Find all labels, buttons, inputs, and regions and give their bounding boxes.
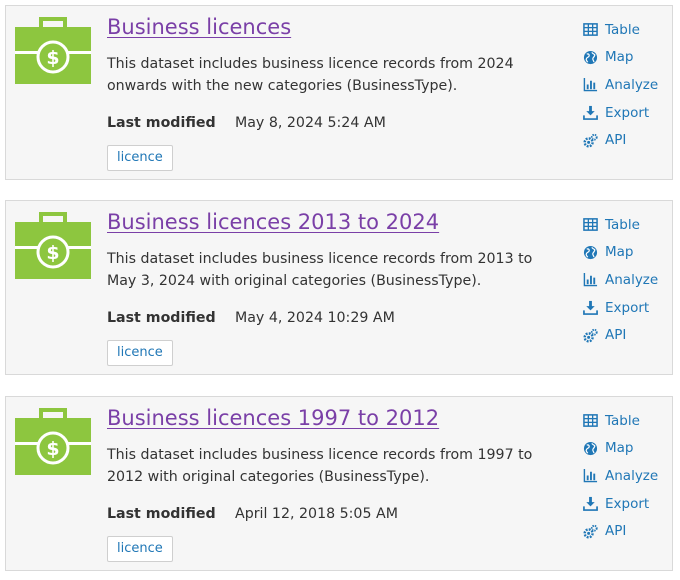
action-api-label: API — [605, 132, 627, 149]
action-table-label: Table — [605, 412, 640, 429]
tag-licence[interactable]: licence — [107, 536, 173, 562]
svg-text:$: $ — [46, 438, 59, 460]
action-map-label: Map — [605, 244, 634, 261]
action-analyze-label: Analyze — [605, 76, 659, 93]
dataset-description: This dataset includes business licence r… — [107, 251, 533, 289]
last-modified-label: Last modified — [107, 115, 216, 131]
dataset-description: This dataset includes business licence r… — [107, 447, 533, 485]
last-modified-value: May 8, 2024 5:24 AM — [235, 115, 386, 131]
dataset-description: This dataset includes business licence r… — [107, 56, 514, 94]
bar-chart-icon — [583, 469, 598, 483]
action-api-label: API — [605, 327, 627, 344]
gears-icon — [583, 524, 598, 539]
dataset-actions: Table Map Analyze Export API — [583, 211, 658, 349]
action-map-label: Map — [605, 49, 634, 66]
gears-icon — [583, 328, 598, 343]
download-icon — [583, 106, 598, 120]
action-export[interactable]: Export — [583, 99, 658, 127]
briefcase-dollar-icon: $ — [15, 408, 91, 475]
last-modified-row: Last modified April 12, 2018 5:05 AM — [107, 506, 398, 522]
svg-text:$: $ — [46, 47, 59, 69]
action-table[interactable]: Table — [583, 211, 658, 239]
table-icon — [583, 414, 598, 428]
briefcase-dollar-icon: $ — [15, 17, 91, 84]
last-modified-row: Last modified May 4, 2024 10:29 AM — [107, 310, 395, 326]
action-analyze[interactable]: Analyze — [583, 266, 658, 294]
action-table[interactable]: Table — [583, 407, 658, 435]
briefcase-dollar-icon: $ — [15, 212, 91, 279]
dataset-card: $ Business licences 2013 to 2024 This da… — [5, 200, 673, 375]
last-modified-label: Last modified — [107, 506, 216, 522]
dataset-actions: Table Map Analyze Export API — [583, 16, 658, 154]
action-map-label: Map — [605, 440, 634, 457]
dataset-actions: Table Map Analyze Export API — [583, 407, 658, 545]
download-icon — [583, 497, 598, 511]
dataset-card: $ Business licences This dataset include… — [5, 5, 673, 180]
action-export-label: Export — [605, 299, 650, 316]
table-icon — [583, 218, 598, 232]
action-export[interactable]: Export — [583, 294, 658, 322]
action-map[interactable]: Map — [583, 435, 658, 463]
dataset-title[interactable]: Business licences 2013 to 2024 — [107, 210, 439, 234]
table-icon — [583, 23, 598, 37]
action-export-label: Export — [605, 495, 650, 512]
tag-licence[interactable]: licence — [107, 145, 173, 171]
action-map[interactable]: Map — [583, 44, 658, 72]
svg-text:$: $ — [46, 242, 59, 264]
action-analyze-label: Analyze — [605, 271, 659, 288]
action-export-label: Export — [605, 104, 650, 121]
action-api[interactable]: API — [583, 321, 658, 349]
bar-chart-icon — [583, 78, 598, 92]
action-analyze[interactable]: Analyze — [583, 462, 658, 490]
action-api[interactable]: API — [583, 517, 658, 545]
bar-chart-icon — [583, 273, 598, 287]
action-table[interactable]: Table — [583, 16, 658, 44]
last-modified-label: Last modified — [107, 310, 216, 326]
gears-icon — [583, 133, 598, 148]
action-map[interactable]: Map — [583, 239, 658, 267]
tag-licence[interactable]: licence — [107, 340, 173, 366]
action-table-label: Table — [605, 21, 640, 38]
action-analyze-label: Analyze — [605, 467, 659, 484]
last-modified-value: May 4, 2024 10:29 AM — [235, 310, 395, 326]
action-export[interactable]: Export — [583, 490, 658, 518]
globe-icon — [583, 50, 598, 64]
last-modified-value: April 12, 2018 5:05 AM — [235, 506, 398, 522]
action-table-label: Table — [605, 216, 640, 233]
download-icon — [583, 301, 598, 315]
action-api-label: API — [605, 523, 627, 540]
last-modified-row: Last modified May 8, 2024 5:24 AM — [107, 115, 386, 131]
action-api[interactable]: API — [583, 126, 658, 154]
dataset-card: $ Business licences 1997 to 2012 This da… — [5, 396, 673, 571]
globe-icon — [583, 441, 598, 455]
globe-icon — [583, 245, 598, 259]
dataset-title[interactable]: Business licences — [107, 15, 291, 39]
dataset-title[interactable]: Business licences 1997 to 2012 — [107, 406, 439, 430]
action-analyze[interactable]: Analyze — [583, 71, 658, 99]
